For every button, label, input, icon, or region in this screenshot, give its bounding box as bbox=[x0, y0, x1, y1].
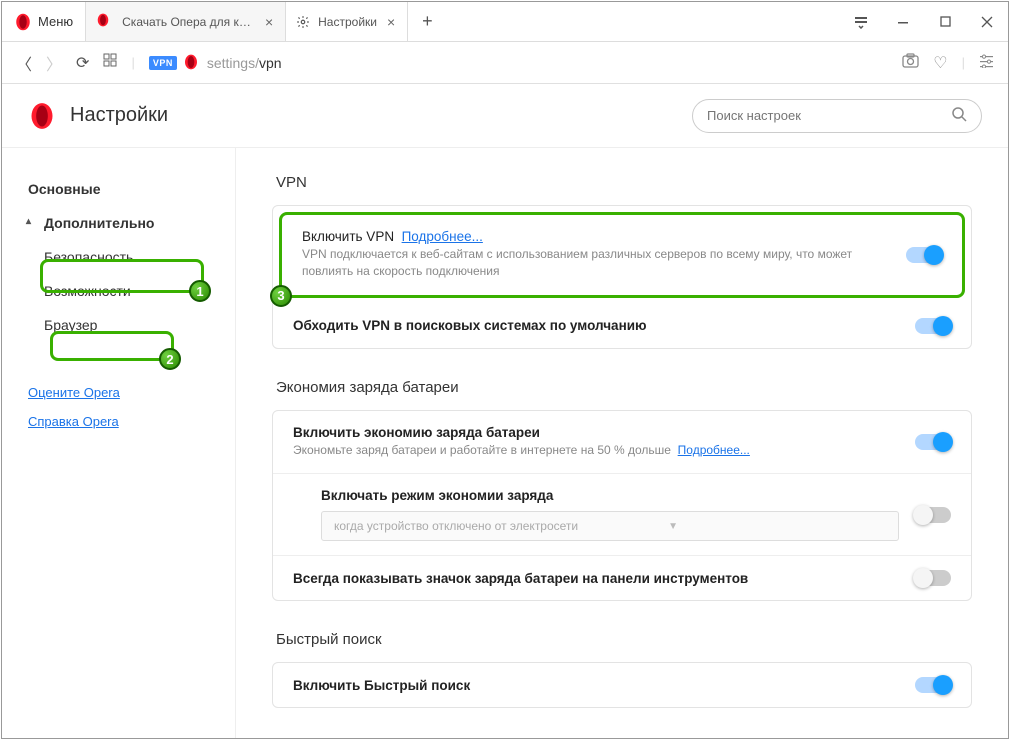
row-title: Обходить VPN в поисковых системах по умо… bbox=[293, 318, 899, 333]
tab-settings[interactable]: Настройки × bbox=[286, 2, 408, 41]
minimize-icon[interactable] bbox=[882, 16, 924, 28]
row-title: Включить экономию заряда батареи bbox=[293, 425, 899, 440]
tab-download[interactable]: Скачать Опера для компь × bbox=[86, 2, 286, 41]
section-title-vpn: VPN bbox=[276, 174, 972, 191]
gear-icon bbox=[296, 15, 310, 29]
tab-title: Скачать Опера для компь bbox=[122, 15, 255, 29]
annotation-highlight-3: Включить VPN Подробнее... VPN подключает… bbox=[279, 212, 965, 298]
menu-label: Меню bbox=[38, 14, 73, 29]
battery-card: Включить экономию заряда батареи Экономь… bbox=[272, 410, 972, 601]
row-title: Включать режим экономии заряда bbox=[321, 488, 899, 503]
section-title-battery: Экономия заряда батареи bbox=[276, 379, 972, 396]
search-icon bbox=[952, 107, 967, 125]
close-icon[interactable]: × bbox=[385, 14, 397, 30]
easy-setup-icon[interactable] bbox=[979, 53, 994, 73]
new-tab-button[interactable]: + bbox=[408, 2, 447, 41]
sidebar: Основные ▴ Дополнительно Безопасность Во… bbox=[2, 148, 236, 738]
sidebar-item-browser[interactable]: Браузер bbox=[2, 308, 235, 342]
quicksearch-card: Включить Быстрый поиск bbox=[272, 662, 972, 708]
maximize-icon[interactable] bbox=[924, 16, 966, 27]
row-battery-mode: Включать режим экономии заряда когда уст… bbox=[273, 473, 971, 555]
toggle-enable-battery[interactable] bbox=[915, 434, 951, 450]
sidebar-item-label: Дополнительно bbox=[44, 215, 154, 231]
page-header: Настройки bbox=[2, 84, 1008, 148]
row-description: VPN подключается к веб-сайтам с использо… bbox=[302, 246, 890, 281]
row-title: Включить Быстрый поиск bbox=[293, 678, 899, 693]
vpn-badge[interactable]: VPN bbox=[149, 56, 177, 70]
page-title: Настройки bbox=[70, 104, 168, 127]
row-title: Всегда показывать значок заряда батареи … bbox=[293, 571, 899, 586]
row-bypass-vpn: Обходить VPN в поисковых системах по умо… bbox=[273, 304, 971, 348]
battery-mode-select[interactable]: когда устройство отключено от электросет… bbox=[321, 511, 899, 541]
reload-icon[interactable]: ⟳ bbox=[76, 53, 89, 73]
chevron-up-icon: ▴ bbox=[26, 216, 31, 227]
sidebar-item-basic[interactable]: Основные bbox=[2, 172, 235, 206]
content: Основные ▴ Дополнительно Безопасность Во… bbox=[2, 148, 1008, 738]
toggle-battery-mode[interactable] bbox=[915, 507, 951, 523]
toggle-battery-icon[interactable] bbox=[915, 570, 951, 586]
app-window: Меню Скачать Опера для компь × Настройки… bbox=[1, 1, 1009, 739]
menu-button[interactable]: Меню bbox=[2, 2, 86, 41]
settings-search[interactable] bbox=[692, 99, 982, 133]
titlebar: Меню Скачать Опера для компь × Настройки… bbox=[2, 2, 1008, 42]
tab-title: Настройки bbox=[318, 15, 377, 29]
url-toolbar: 〈 〉 ⟳ | VPN settings/vpn ♡ | bbox=[2, 42, 1008, 84]
annotation-badge: 3 bbox=[270, 285, 292, 307]
opera-icon bbox=[14, 13, 32, 31]
toggle-bypass-vpn[interactable] bbox=[915, 318, 951, 334]
search-input[interactable] bbox=[707, 108, 942, 123]
battery-learn-more-link[interactable]: Подробнее... bbox=[678, 443, 750, 457]
tab-menu-icon[interactable] bbox=[840, 15, 882, 29]
toggle-quicksearch[interactable] bbox=[915, 677, 951, 693]
opera-icon bbox=[28, 102, 56, 130]
window-controls bbox=[840, 2, 1008, 41]
url-bar[interactable]: VPN settings/vpn bbox=[149, 54, 282, 72]
sidebar-link-help[interactable]: Справка Opera bbox=[2, 407, 235, 436]
snapshot-icon[interactable] bbox=[902, 53, 919, 73]
row-description: Экономьте заряд батареи и работайте в ин… bbox=[293, 442, 899, 459]
sidebar-item-security[interactable]: Безопасность bbox=[2, 240, 235, 274]
row-title: Включить VPN Подробнее... bbox=[302, 229, 890, 244]
opera-icon bbox=[96, 13, 114, 31]
vpn-learn-more-link[interactable]: Подробнее... bbox=[402, 229, 483, 244]
close-window-icon[interactable] bbox=[966, 16, 1008, 28]
row-battery-icon: Всегда показывать значок заряда батареи … bbox=[273, 555, 971, 600]
sidebar-item-advanced[interactable]: ▴ Дополнительно bbox=[2, 206, 235, 240]
toggle-enable-vpn[interactable] bbox=[906, 247, 942, 263]
row-enable-battery: Включить экономию заряда батареи Экономь… bbox=[273, 411, 971, 473]
sidebar-item-features[interactable]: Возможности bbox=[2, 274, 235, 308]
close-icon[interactable]: × bbox=[263, 14, 275, 30]
row-enable-quicksearch: Включить Быстрый поиск bbox=[273, 663, 971, 707]
main[interactable]: VPN Включить VPN Подробнее... VPN подклю… bbox=[236, 148, 1008, 738]
chevron-down-icon: ▼ bbox=[668, 521, 678, 532]
select-value: когда устройство отключено от электросет… bbox=[334, 519, 578, 533]
sidebar-link-rate[interactable]: Оцените Opera bbox=[2, 378, 235, 407]
heart-icon[interactable]: ♡ bbox=[933, 53, 947, 73]
section-title-quicksearch: Быстрый поиск bbox=[276, 631, 972, 648]
speed-dial-icon[interactable] bbox=[103, 53, 117, 72]
opera-icon bbox=[183, 54, 201, 72]
forward-icon[interactable]: 〉 bbox=[46, 51, 62, 75]
url-text: settings/vpn bbox=[207, 55, 282, 71]
vpn-card: Включить VPN Подробнее... VPN подключает… bbox=[272, 205, 972, 349]
row-enable-vpn: Включить VPN Подробнее... VPN подключает… bbox=[282, 215, 962, 295]
back-icon[interactable]: 〈 bbox=[16, 51, 32, 75]
